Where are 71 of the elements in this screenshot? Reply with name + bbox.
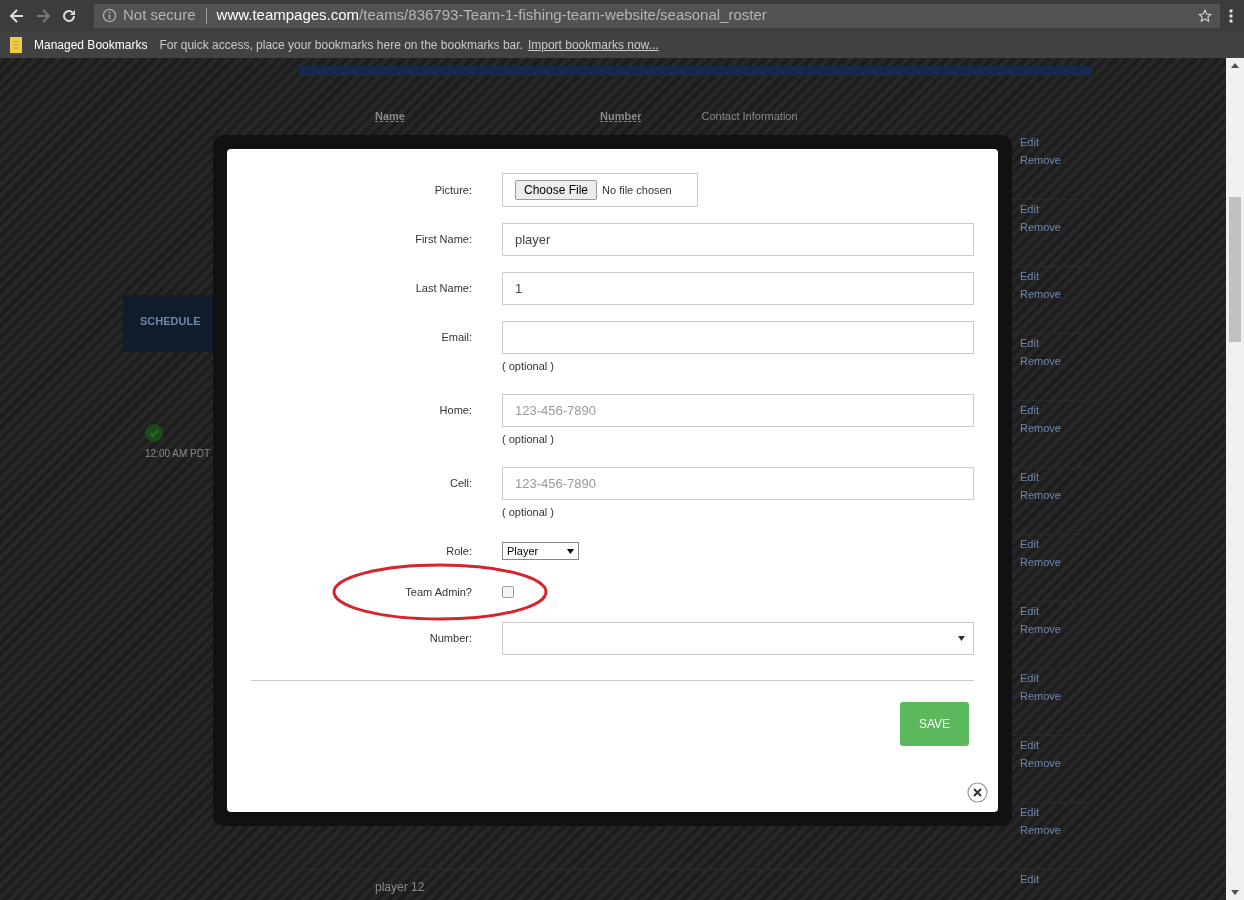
- field-label: Picture:: [434, 182, 472, 198]
- action-link[interactable]: Edit: [1020, 267, 1061, 285]
- text-field[interactable]: player: [502, 223, 974, 256]
- action-link[interactable]: Remove: [1020, 687, 1061, 705]
- text-field[interactable]: [502, 321, 974, 354]
- forward-icon[interactable]: [34, 6, 52, 25]
- action-link[interactable]: Edit: [1020, 468, 1061, 486]
- scrollbar[interactable]: [1226, 58, 1244, 900]
- action-link[interactable]: Edit: [1020, 803, 1061, 821]
- import-bookmarks-link[interactable]: Import bookmarks now...: [527, 35, 659, 54]
- action-link[interactable]: Edit: [1020, 535, 1061, 553]
- action-link[interactable]: Remove: [1020, 486, 1061, 504]
- action-link[interactable]: Remove: [1020, 754, 1061, 772]
- column-header[interactable]: Number: [600, 107, 642, 125]
- info-icon[interactable]: [102, 8, 117, 23]
- close-icon[interactable]: [967, 782, 988, 803]
- action-link[interactable]: Edit: [1020, 401, 1061, 419]
- field-label: Home:: [439, 403, 472, 419]
- back-icon[interactable]: [8, 6, 26, 25]
- dropdown-arrow-icon: [958, 636, 965, 641]
- star-icon[interactable]: [1198, 8, 1212, 23]
- text-field[interactable]: 123-456-7890: [502, 467, 974, 500]
- file-field[interactable]: Choose File No file chosen: [502, 173, 698, 207]
- url-text: www.teampages.com/teams/836793-Team-1-fishing-team-website/seasonal_roster: [216, 5, 767, 26]
- action-link[interactable]: Edit: [1020, 200, 1061, 218]
- column-header[interactable]: Name: [375, 107, 450, 125]
- role-dropdown[interactable]: Player: [502, 542, 579, 560]
- file-status: No file chosen: [602, 182, 672, 198]
- optional-hint: ( optional ): [502, 432, 555, 447]
- action-link[interactable]: Remove: [1020, 821, 1061, 839]
- dropdown-arrow-icon: [567, 548, 574, 554]
- text-field[interactable]: 1: [502, 272, 974, 305]
- field-label: Last Name:: [415, 281, 472, 297]
- save-button[interactable]: SAVE: [900, 702, 969, 746]
- action-link[interactable]: Remove: [1020, 151, 1061, 169]
- action-link[interactable]: Edit: [1020, 669, 1061, 687]
- action-link[interactable]: Remove: [1020, 620, 1061, 638]
- action-link[interactable]: Edit: [1020, 602, 1061, 620]
- optional-hint: ( optional ): [502, 505, 555, 520]
- field-label: Number:: [429, 631, 472, 647]
- text-field[interactable]: 123-456-7890: [502, 394, 974, 427]
- action-link[interactable]: Remove: [1020, 352, 1061, 370]
- player-name: player 12: [375, 880, 425, 894]
- address-bar[interactable]: Not secure www.teampages.com/teams/836793-Team-1-fishing-team-website/seasonal_roster: [94, 3, 1220, 28]
- security-label: Not secure: [123, 5, 196, 26]
- field-label: Role:: [446, 543, 472, 559]
- scroll-up-icon[interactable]: [1231, 63, 1239, 68]
- action-link[interactable]: Remove: [1020, 218, 1061, 236]
- field-label: Team Admin?: [405, 584, 472, 600]
- scroll-down-icon[interactable]: [1231, 890, 1239, 895]
- action-link[interactable]: Remove: [1020, 419, 1061, 437]
- scrollbar-thumb[interactable]: [1229, 197, 1241, 342]
- check-icon: [145, 424, 163, 442]
- action-link[interactable]: Edit: [1020, 334, 1061, 352]
- field-label: Cell:: [450, 476, 472, 492]
- action-link[interactable]: Edit: [1020, 736, 1061, 754]
- bookmarks-hint: For quick access, place your bookmarks here on the bookmarks bar.: [159, 36, 523, 54]
- optional-hint: ( optional ): [502, 359, 555, 374]
- folder-icon: [10, 36, 22, 53]
- column-header[interactable]: Contact Information: [701, 107, 798, 125]
- checkbox[interactable]: [502, 586, 514, 598]
- field-label: First Name:: [415, 232, 472, 248]
- field-label: Email:: [441, 330, 472, 346]
- bookmark-folder[interactable]: Managed Bookmarks: [34, 35, 148, 54]
- action-link[interactable]: Edit: [1020, 133, 1061, 151]
- menu-icon[interactable]: [1228, 7, 1234, 24]
- action-link[interactable]: Remove: [1020, 285, 1061, 303]
- action-link[interactable]: Edit: [1020, 870, 1039, 888]
- choose-file-button[interactable]: Choose File: [515, 180, 598, 200]
- action-link[interactable]: Remove: [1020, 553, 1061, 571]
- event-time: 12:00 AM PDT: [145, 447, 212, 461]
